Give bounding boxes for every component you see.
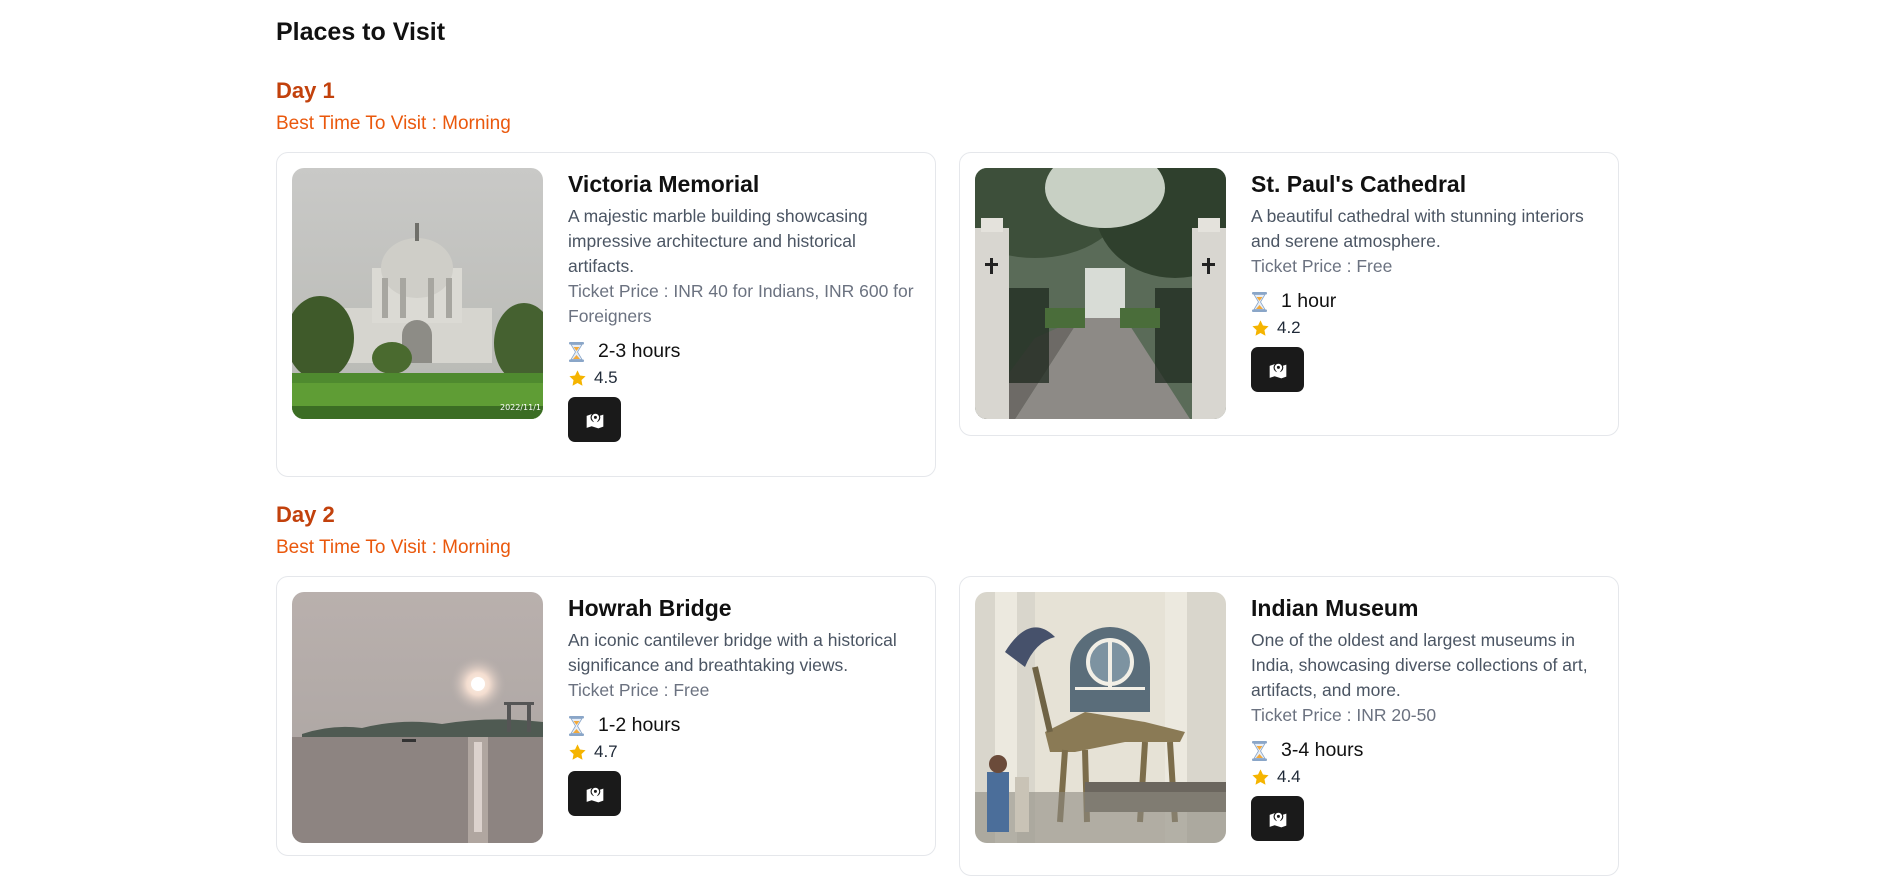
place-name: Victoria Memorial: [568, 171, 760, 197]
image-date-stamp: 2022/11/1: [500, 403, 541, 412]
place-description: An iconic cantilever bridge with a histo…: [568, 630, 897, 675]
map-pin-icon: [1269, 811, 1286, 827]
place-name: Howrah Bridge: [568, 595, 732, 621]
map-pin-icon: [1269, 362, 1286, 378]
day-title: Day 2: [276, 502, 335, 527]
rating-value: 4.2: [1277, 318, 1301, 337]
rating-row: 4.7: [568, 742, 918, 762]
day-title: Day 1: [276, 78, 335, 103]
duration-text: 2-3 hours: [598, 340, 681, 362]
hourglass-icon: [569, 341, 584, 362]
star-icon: [569, 369, 586, 386]
place-description: A majestic marble building showcasing im…: [568, 206, 868, 276]
duration-text: 1 hour: [1281, 290, 1337, 312]
place-info: Victoria Memorial A majestic marble buil…: [568, 171, 918, 442]
place-card-victoria-memorial[interactable]: 2022/11/1 Victoria Memorial A majestic m…: [276, 152, 936, 477]
duration-row: 3-4 hours: [1251, 739, 1601, 762]
ticket-price: Ticket Price : Free: [568, 680, 710, 700]
place-description: One of the oldest and largest museums in…: [1251, 630, 1588, 700]
place-name: Indian Museum: [1251, 595, 1419, 621]
rating-value: 4.5: [594, 368, 618, 387]
rating-row: 4.4: [1251, 767, 1601, 787]
place-info: Indian Museum One of the oldest and larg…: [1251, 595, 1601, 841]
map-button[interactable]: [568, 397, 621, 442]
duration-text: 1-2 hours: [598, 714, 681, 736]
place-image: [292, 592, 543, 843]
place-card-st-pauls-cathedral[interactable]: St. Paul's Cathedral A beautiful cathedr…: [959, 152, 1619, 436]
star-icon: [569, 743, 586, 760]
page-title: Places to Visit: [276, 18, 446, 46]
map-button[interactable]: [568, 771, 621, 816]
hourglass-icon: [1252, 740, 1267, 761]
place-card-howrah-bridge[interactable]: Howrah Bridge An iconic cantilever bridg…: [276, 576, 936, 856]
duration-row: 2-3 hours: [568, 340, 918, 363]
place-description: A beautiful cathedral with stunning inte…: [1251, 206, 1584, 251]
place-image: [975, 592, 1226, 843]
rating-row: 4.5: [568, 368, 918, 388]
ticket-price: Ticket Price : INR 20-50: [1251, 705, 1437, 725]
place-info: St. Paul's Cathedral A beautiful cathedr…: [1251, 171, 1601, 392]
place-name: St. Paul's Cathedral: [1251, 171, 1467, 197]
rating-row: 4.2: [1251, 318, 1601, 338]
star-icon: [1252, 768, 1269, 785]
place-image: [975, 168, 1226, 419]
map-pin-icon: [586, 786, 603, 802]
duration-row: 1-2 hours: [568, 714, 918, 737]
hourglass-icon: [1252, 291, 1267, 312]
place-image: 2022/11/1: [292, 168, 543, 419]
map-button[interactable]: [1251, 347, 1304, 392]
hourglass-icon: [569, 715, 584, 736]
place-info: Howrah Bridge An iconic cantilever bridg…: [568, 595, 918, 816]
ticket-price: Ticket Price : Free: [1251, 256, 1393, 276]
rating-value: 4.4: [1277, 767, 1301, 786]
star-icon: [1252, 319, 1269, 336]
duration-text: 3-4 hours: [1281, 739, 1364, 761]
day-section-2: Day 2 Best Time To Visit : Morning: [276, 502, 1621, 559]
ticket-price: Ticket Price : INR 40 for Indians, INR 6…: [568, 281, 914, 326]
best-time-label: Best Time To Visit : Morning: [276, 537, 511, 558]
duration-row: 1 hour: [1251, 290, 1601, 313]
day-section-1: Day 1 Best Time To Visit : Morning: [276, 78, 1621, 135]
rating-value: 4.7: [594, 742, 618, 761]
best-time-label: Best Time To Visit : Morning: [276, 113, 511, 134]
map-pin-icon: [586, 412, 603, 428]
place-card-indian-museum[interactable]: Indian Museum One of the oldest and larg…: [959, 576, 1619, 876]
map-button[interactable]: [1251, 796, 1304, 841]
